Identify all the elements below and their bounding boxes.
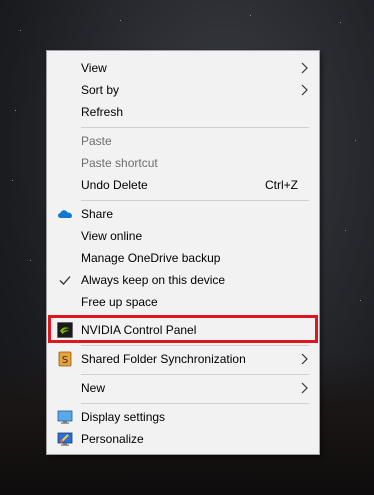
menu-item-label: Sort by [81, 83, 120, 97]
chevron-right-icon [301, 84, 308, 96]
menu-item-label: Shared Folder Synchronization [81, 352, 246, 366]
menu-separator [81, 200, 309, 201]
menu-item-label: View [81, 61, 107, 75]
menu-item-label: View online [81, 229, 143, 243]
menu-item-display-settings[interactable]: Display settings [47, 406, 319, 428]
menu-item-view[interactable]: View [47, 57, 319, 79]
menu-item-personalize[interactable]: Personalize [47, 428, 319, 450]
highlight-box [48, 315, 318, 343]
display-settings-icon [57, 410, 73, 424]
personalize-icon [57, 432, 73, 446]
menu-item-manage-onedrive-backup[interactable]: Manage OneDrive backup [47, 247, 319, 269]
menu-item-label: Always keep on this device [81, 273, 226, 287]
menu-separator [81, 345, 309, 346]
menu-item-sort-by[interactable]: Sort by [47, 79, 319, 101]
svg-text:S: S [62, 355, 68, 366]
menu-item-undo-delete[interactable]: Undo Delete Ctrl+Z [47, 174, 319, 196]
menu-item-share[interactable]: Share [47, 203, 319, 225]
menu-separator [81, 403, 309, 404]
menu-item-label: New [81, 381, 106, 395]
menu-item-paste: Paste [47, 130, 319, 152]
menu-item-label: Manage OneDrive backup [81, 251, 221, 265]
menu-separator [81, 374, 309, 375]
shared-folder-sync-icon: S [58, 351, 72, 367]
menu-item-new[interactable]: New [47, 377, 319, 399]
menu-item-label: Paste [81, 134, 112, 148]
menu-item-label: Paste shortcut [81, 156, 158, 170]
desktop-context-menu: View Sort by Refresh Paste Paste shortcu… [46, 50, 320, 455]
menu-item-label: Personalize [81, 432, 144, 446]
menu-item-label: Share [81, 207, 114, 221]
menu-item-free-up-space[interactable]: Free up space [47, 291, 319, 313]
onedrive-cloud-icon [58, 210, 72, 218]
chevron-right-icon [301, 382, 308, 394]
menu-item-shared-folder-sync[interactable]: S Shared Folder Synchronization [47, 348, 319, 370]
chevron-right-icon [301, 353, 308, 365]
menu-item-label: Undo Delete [81, 178, 148, 192]
menu-item-label: Refresh [81, 105, 124, 119]
menu-item-shortcut: Ctrl+Z [265, 178, 298, 192]
chevron-right-icon [301, 62, 308, 74]
menu-item-refresh[interactable]: Refresh [47, 101, 319, 123]
checkmark-icon [59, 276, 71, 285]
menu-item-view-online[interactable]: View online [47, 225, 319, 247]
menu-separator [81, 127, 309, 128]
menu-item-paste-shortcut: Paste shortcut [47, 152, 319, 174]
menu-item-label: Display settings [81, 410, 166, 424]
menu-item-label: Free up space [81, 295, 158, 309]
menu-item-always-keep-on-device[interactable]: Always keep on this device [47, 269, 319, 291]
